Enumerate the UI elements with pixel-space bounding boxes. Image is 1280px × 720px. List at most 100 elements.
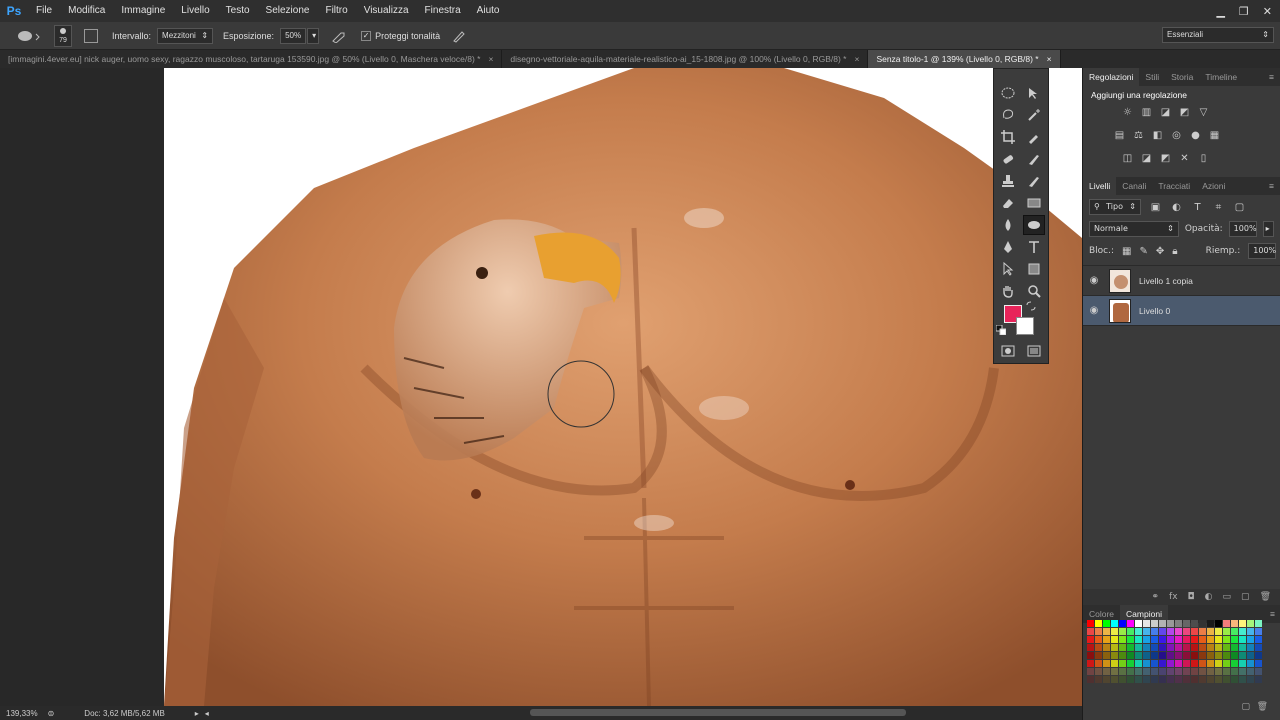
color-swatch[interactable] bbox=[1111, 636, 1118, 643]
color-swatch[interactable] bbox=[1167, 652, 1174, 659]
color-swatch[interactable] bbox=[1119, 660, 1126, 667]
crop-icon[interactable] bbox=[997, 127, 1019, 147]
color-swatch[interactable] bbox=[1151, 636, 1158, 643]
color-swatch[interactable] bbox=[1191, 620, 1198, 627]
color-swatch[interactable] bbox=[1159, 636, 1166, 643]
color-swatch[interactable] bbox=[1087, 676, 1094, 683]
menu-aiuto[interactable]: Aiuto bbox=[469, 0, 508, 22]
layer-row[interactable]: ◉ Livello 1 copia bbox=[1083, 266, 1280, 296]
healing-brush-icon[interactable] bbox=[997, 149, 1019, 169]
ellipse-marquee-icon[interactable] bbox=[997, 83, 1019, 103]
default-colors-icon[interactable] bbox=[994, 323, 1008, 337]
color-swatch[interactable] bbox=[1167, 644, 1174, 651]
color-swatch[interactable] bbox=[1159, 652, 1166, 659]
color-swatch[interactable] bbox=[1255, 652, 1262, 659]
filter-adjust-icon[interactable]: ◐ bbox=[1170, 201, 1183, 214]
color-swatch[interactable] bbox=[1247, 620, 1254, 627]
color-swatch[interactable] bbox=[1199, 660, 1206, 667]
tool-preset-picker[interactable] bbox=[14, 28, 40, 44]
lock-all-icon[interactable]: 🔒︎ bbox=[1172, 245, 1177, 258]
filter-shape-icon[interactable]: ⌗ bbox=[1212, 201, 1225, 214]
layer-filter-select[interactable]: ⚲ Tipo ⇕ bbox=[1089, 199, 1141, 215]
color-swatch[interactable] bbox=[1127, 644, 1134, 651]
color-swatch[interactable] bbox=[1199, 644, 1206, 651]
color-swatch[interactable] bbox=[1119, 668, 1126, 675]
color-swatch[interactable] bbox=[1095, 660, 1102, 667]
color-swatch[interactable] bbox=[1135, 644, 1142, 651]
color-swatch[interactable] bbox=[1167, 620, 1174, 627]
hue-saturation-icon[interactable]: ▤ bbox=[1113, 129, 1126, 142]
color-swatch[interactable] bbox=[1103, 660, 1110, 667]
color-swatch[interactable] bbox=[1199, 652, 1206, 659]
color-swatch[interactable] bbox=[1095, 652, 1102, 659]
gradient-icon[interactable] bbox=[1023, 193, 1045, 213]
color-swatch[interactable] bbox=[1143, 628, 1150, 635]
color-swatch[interactable] bbox=[1127, 652, 1134, 659]
color-swatch[interactable] bbox=[1127, 628, 1134, 635]
color-swatch[interactable] bbox=[1127, 668, 1134, 675]
color-swatch[interactable] bbox=[1247, 668, 1254, 675]
color-swatch[interactable] bbox=[1159, 676, 1166, 683]
color-swatch[interactable] bbox=[1215, 668, 1222, 675]
color-swatch[interactable] bbox=[1111, 620, 1118, 627]
eye-icon[interactable]: ◉ bbox=[1083, 305, 1105, 316]
color-swatch[interactable] bbox=[1159, 620, 1166, 627]
restore-icon[interactable]: ❐ bbox=[1239, 5, 1249, 18]
photo-filter-icon[interactable]: ◎ bbox=[1170, 129, 1183, 142]
black-white-icon[interactable]: ◧ bbox=[1151, 129, 1164, 142]
color-swatch[interactable] bbox=[1143, 652, 1150, 659]
blend-mode-select[interactable]: Normale ⇕ bbox=[1089, 221, 1179, 237]
background-color-swatch[interactable] bbox=[1016, 317, 1034, 335]
exposure-icon[interactable]: ◩ bbox=[1178, 106, 1191, 119]
opacity-input[interactable]: 100% bbox=[1228, 221, 1257, 237]
color-swatch[interactable] bbox=[1191, 636, 1198, 643]
color-swatch[interactable] bbox=[1175, 636, 1182, 643]
color-swatch[interactable] bbox=[1231, 644, 1238, 651]
color-swatch[interactable] bbox=[1223, 628, 1230, 635]
brightness-icon[interactable]: ☼ bbox=[1121, 106, 1134, 119]
color-swatch[interactable] bbox=[1151, 620, 1158, 627]
color-swatch[interactable] bbox=[1087, 660, 1094, 667]
color-swatch[interactable] bbox=[1119, 652, 1126, 659]
tab-tracciati[interactable]: Tracciati bbox=[1152, 181, 1196, 191]
curves-icon[interactable]: ◪ bbox=[1159, 106, 1172, 119]
color-swatch[interactable] bbox=[1183, 644, 1190, 651]
close-icon[interactable]: × bbox=[1047, 50, 1052, 68]
menu-livello[interactable]: Livello bbox=[173, 0, 217, 22]
color-swatch[interactable] bbox=[1215, 620, 1222, 627]
color-swatch[interactable] bbox=[1207, 644, 1214, 651]
color-swatch[interactable] bbox=[1151, 652, 1158, 659]
color-swatch[interactable] bbox=[1111, 676, 1118, 683]
color-swatch[interactable] bbox=[1159, 628, 1166, 635]
color-swatch[interactable] bbox=[1207, 676, 1214, 683]
color-swatch[interactable] bbox=[1151, 644, 1158, 651]
color-swatch[interactable] bbox=[1087, 652, 1094, 659]
color-swatch[interactable] bbox=[1231, 676, 1238, 683]
scroll-left-icon[interactable]: ◂ bbox=[205, 709, 209, 718]
link-layers-icon[interactable]: ⚭ bbox=[1152, 592, 1160, 602]
color-swatch[interactable] bbox=[1183, 660, 1190, 667]
color-swatch[interactable] bbox=[1207, 620, 1214, 627]
text-tool-icon[interactable] bbox=[1023, 237, 1045, 257]
menu-testo[interactable]: Testo bbox=[218, 0, 258, 22]
brush-panel-toggle[interactable] bbox=[84, 28, 98, 43]
color-swatch[interactable] bbox=[1183, 628, 1190, 635]
color-swatch[interactable] bbox=[1143, 660, 1150, 667]
new-swatch-icon[interactable]: ▢ bbox=[1241, 702, 1250, 712]
close-icon[interactable]: × bbox=[854, 50, 859, 68]
color-swatch[interactable] bbox=[1167, 628, 1174, 635]
color-swatch[interactable] bbox=[1151, 668, 1158, 675]
color-swatch[interactable] bbox=[1143, 636, 1150, 643]
image-canvas[interactable] bbox=[164, 68, 1082, 706]
fill-input[interactable]: 100% bbox=[1248, 243, 1277, 259]
pressure-toggle[interactable] bbox=[452, 29, 466, 43]
color-swatch[interactable] bbox=[1191, 644, 1198, 651]
lock-transparent-icon[interactable]: ▦ bbox=[1122, 245, 1131, 258]
tab-doc-3[interactable]: Senza titolo-1 @ 139% (Livello 0, RGB/8)… bbox=[868, 50, 1061, 68]
filter-smart-icon[interactable]: ▢ bbox=[1233, 201, 1246, 214]
intervallo-select[interactable]: Mezzitoni ⇕ bbox=[157, 27, 214, 44]
color-swatch[interactable] bbox=[1095, 628, 1102, 635]
close-icon[interactable]: ✕ bbox=[1263, 5, 1272, 18]
tab-livelli[interactable]: Livelli bbox=[1083, 177, 1117, 195]
menu-modifica[interactable]: Modifica bbox=[60, 0, 113, 22]
